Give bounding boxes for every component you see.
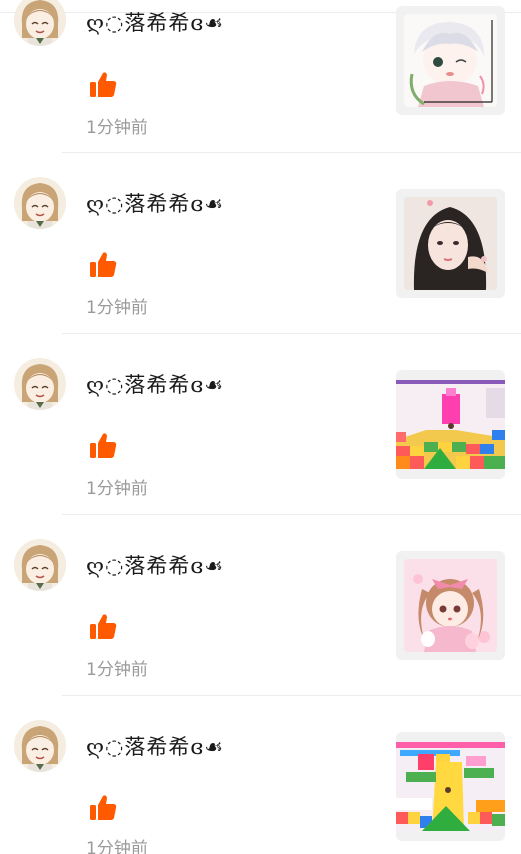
list-item[interactable]: ღ◌落希希ɞ☙ 1分钟前 [0,153,521,334]
avatar[interactable] [14,358,66,410]
list-item[interactable]: ღ◌落希希ɞ☙ 1分钟前 [0,515,521,696]
post-thumbnail[interactable] [396,551,505,660]
thumbs-up-icon [90,433,117,458]
thumbs-up-icon [90,72,117,97]
user-name[interactable]: ღ◌落希希ɞ☙ [86,366,224,404]
timestamp: 1分钟前 [86,660,148,680]
user-name[interactable]: ღ◌落希希ɞ☙ [86,185,224,223]
avatar[interactable] [14,0,66,46]
post-thumbnail[interactable] [396,189,505,298]
thumbs-up-icon [90,795,117,820]
post-thumbnail[interactable] [396,370,505,479]
list-item[interactable]: ღ◌落希希ɞ☙ 1分钟前 [0,696,521,854]
timestamp: 1分钟前 [86,118,148,138]
avatar[interactable] [14,539,66,591]
like-notification-list: ღ◌落希希ɞ☙ 1分钟前 ღ◌落希希ɞ☙ 1分钟前 ღ◌落希希ɞ☙ 1分钟前 ღ… [0,0,521,854]
user-name[interactable]: ღ◌落希希ɞ☙ [86,547,224,585]
user-name[interactable]: ღ◌落希希ɞ☙ [86,4,224,42]
avatar[interactable] [14,177,66,229]
post-thumbnail[interactable] [396,6,505,115]
avatar[interactable] [14,720,66,772]
user-name[interactable]: ღ◌落希希ɞ☙ [86,728,224,766]
thumbs-up-icon [90,252,117,277]
timestamp: 1分钟前 [86,839,148,854]
post-thumbnail[interactable] [396,732,505,841]
timestamp: 1分钟前 [86,298,148,318]
thumbs-up-icon [90,614,117,639]
list-item[interactable]: ღ◌落希希ɞ☙ 1分钟前 [0,334,521,515]
timestamp: 1分钟前 [86,479,148,499]
